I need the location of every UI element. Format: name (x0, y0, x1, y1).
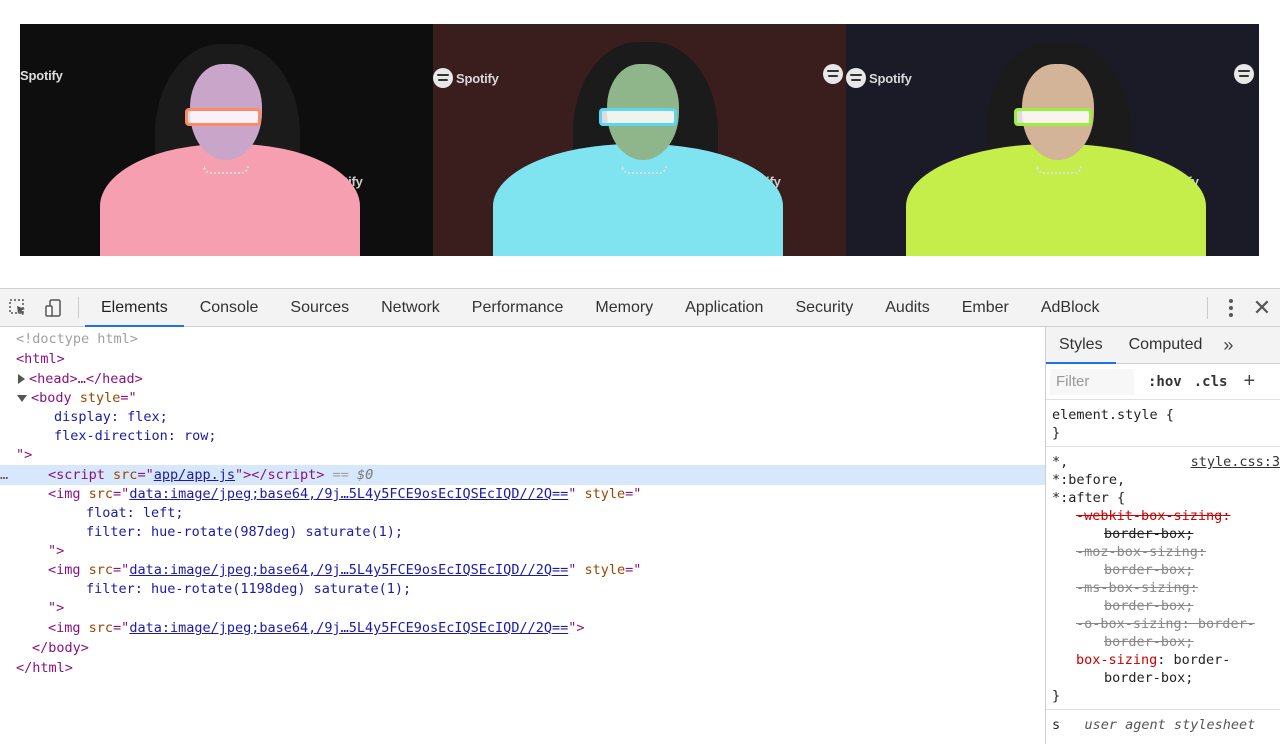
glasses (185, 108, 261, 126)
glasses (1014, 108, 1092, 126)
devtools-panel: Elements Console Sources Network Perform… (0, 288, 1280, 744)
tab-console[interactable]: Console (184, 289, 275, 326)
spotify-logo: Spotify (433, 68, 499, 88)
css-line: flex-direction: row; (54, 428, 217, 444)
page-preview: Spotify Spotify Spotify Spotify Spotify … (20, 24, 1259, 256)
css-property[interactable]: box-sizing: border- (1052, 651, 1280, 669)
css-value[interactable]: border-box; (1052, 525, 1280, 543)
photo-cyan: Spotify Spotify (433, 24, 846, 256)
dom-node-body[interactable]: <body style=" (0, 389, 1045, 408)
styles-pane: Styles Computed » :hov .cls + element.st… (1045, 327, 1280, 744)
hov-toggle-button[interactable]: :hov (1148, 374, 1182, 390)
tab-adblock[interactable]: AdBlock (1025, 289, 1116, 326)
spotify-logo (1234, 64, 1254, 84)
css-property[interactable]: -ms-box-sizing: (1052, 579, 1280, 597)
dom-tree: <!doctype html> <html> <head>…</head> <b… (0, 327, 1045, 744)
styles-filter-bar: :hov .cls + (1046, 364, 1280, 400)
css-line: display: flex; (54, 409, 168, 425)
cls-toggle-button[interactable]: .cls (1194, 374, 1228, 390)
more-tabs-icon[interactable]: » (1215, 327, 1233, 363)
tab-styles[interactable]: Styles (1046, 327, 1116, 364)
tab-memory[interactable]: Memory (579, 289, 669, 326)
user-agent-rule: s user agent stylesheet (1052, 717, 1256, 733)
more-actions-dots-icon[interactable]: … (0, 465, 8, 485)
css-line: float: left; (86, 505, 184, 521)
img-src-link[interactable]: data:image/jpeg;base64,/9j…5L4y5FCE9osEc… (129, 562, 568, 578)
dom-node-img[interactable]: <img src="data:image/jpeg;base64,/9j…5L4… (0, 485, 1045, 504)
dom-node-body-close[interactable]: </body> (0, 638, 1045, 658)
css-value[interactable]: border-box; (1052, 669, 1280, 687)
spotify-logo: Spotify (20, 68, 63, 83)
dom-node-doctype[interactable]: <!doctype html> (0, 329, 1045, 349)
tab-network[interactable]: Network (365, 289, 456, 326)
tab-application[interactable]: Application (669, 289, 779, 326)
inspect-element-icon[interactable] (0, 289, 36, 326)
element-style-rule[interactable]: element.style { } (1046, 400, 1280, 447)
css-value[interactable]: border-box; (1052, 561, 1280, 579)
css-line: filter: hue-rotate(1198deg) saturate(1); (86, 581, 412, 597)
glasses (599, 108, 677, 126)
styles-tabs: Styles Computed » (1046, 327, 1280, 364)
tab-elements[interactable]: Elements (85, 289, 184, 327)
css-value[interactable]: border-box; (1052, 597, 1280, 615)
dom-node-script-selected[interactable]: … <script src="app/app.js"></script> == $… (0, 465, 1045, 485)
collapse-triangle-icon[interactable] (17, 394, 27, 402)
css-property[interactable]: -moz-box-sizing: (1052, 543, 1280, 561)
stylesheet-source-link[interactable]: style.css:3 (1191, 453, 1280, 471)
photo-pink: Spotify Spotify (20, 24, 433, 256)
tab-performance[interactable]: Performance (456, 289, 580, 326)
dom-node-head[interactable]: <head>…</head> (0, 369, 1045, 389)
universal-selector-rule[interactable]: style.css:3 *, *:before, *:after { -webk… (1046, 447, 1280, 710)
close-icon[interactable]: ✕ (1244, 289, 1280, 327)
devtools-toolbar: Elements Console Sources Network Perform… (0, 289, 1280, 327)
more-options-icon[interactable] (1218, 298, 1244, 317)
dom-node-img[interactable]: <img src="data:image/jpeg;base64,/9j…5L4… (0, 618, 1045, 638)
css-property[interactable]: -webkit-box-sizing: (1052, 507, 1280, 525)
dom-node-img[interactable]: <img src="data:image/jpeg;base64,/9j…5L4… (0, 561, 1045, 580)
tab-ember[interactable]: Ember (946, 289, 1025, 326)
dom-node-html-close[interactable]: </html> (0, 658, 1045, 678)
dom-node-html[interactable]: <html> (0, 349, 1045, 369)
spotify-logo (823, 64, 843, 84)
tab-sources[interactable]: Sources (274, 289, 365, 326)
script-src-link[interactable]: app/app.js (154, 467, 235, 483)
new-rule-icon[interactable]: + (1243, 370, 1255, 393)
attr-close: "> (16, 447, 33, 463)
img-src-link[interactable]: data:image/jpeg;base64,/9j…5L4y5FCE9osEc… (129, 486, 568, 502)
attr-close: "> (48, 543, 65, 559)
css-value[interactable]: border-box; (1052, 633, 1280, 651)
styles-filter-input[interactable] (1050, 368, 1134, 395)
photo-lime: Spotify Spotify (846, 24, 1259, 256)
img-src-link[interactable]: data:image/jpeg;base64,/9j…5L4y5FCE9osEc… (129, 620, 568, 636)
expand-triangle-icon[interactable] (18, 374, 25, 384)
tab-security[interactable]: Security (779, 289, 869, 326)
css-property[interactable]: -o-box-sizing: border- (1052, 615, 1280, 633)
spotify-logo: Spotify (846, 68, 912, 88)
device-toolbar-icon[interactable] (36, 289, 72, 326)
attr-close: "> (48, 600, 65, 616)
css-line: filter: hue-rotate(987deg) saturate(1); (86, 524, 403, 540)
tab-audits[interactable]: Audits (869, 289, 945, 326)
tab-computed[interactable]: Computed (1116, 327, 1216, 363)
